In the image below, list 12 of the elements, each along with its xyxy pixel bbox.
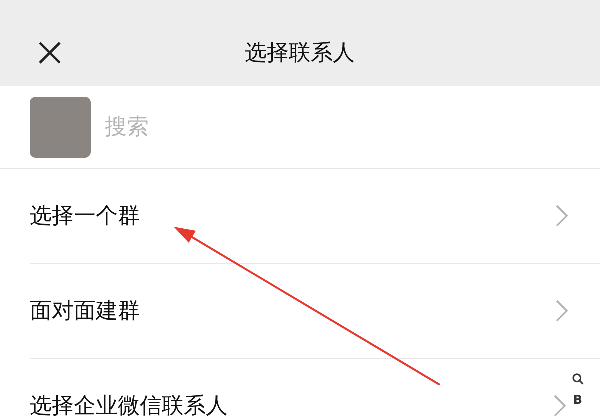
search-field[interactable]: 搜索 <box>103 114 600 140</box>
close-icon[interactable] <box>38 41 62 65</box>
chevron-icon <box>554 395 566 417</box>
page-title: 选择联系人 <box>245 40 355 68</box>
index-letter[interactable]: B <box>573 393 583 407</box>
photo-placeholder <box>30 96 91 158</box>
menu-item[interactable]: 选择企业微信联系人 <box>30 359 566 420</box>
search-bar[interactable]: 搜索 <box>0 86 600 169</box>
menu-item[interactable]: 面对面建群 <box>30 264 600 359</box>
chevron-icon <box>556 205 568 227</box>
chevron-icon <box>556 300 568 322</box>
search-icon[interactable] <box>572 373 584 385</box>
